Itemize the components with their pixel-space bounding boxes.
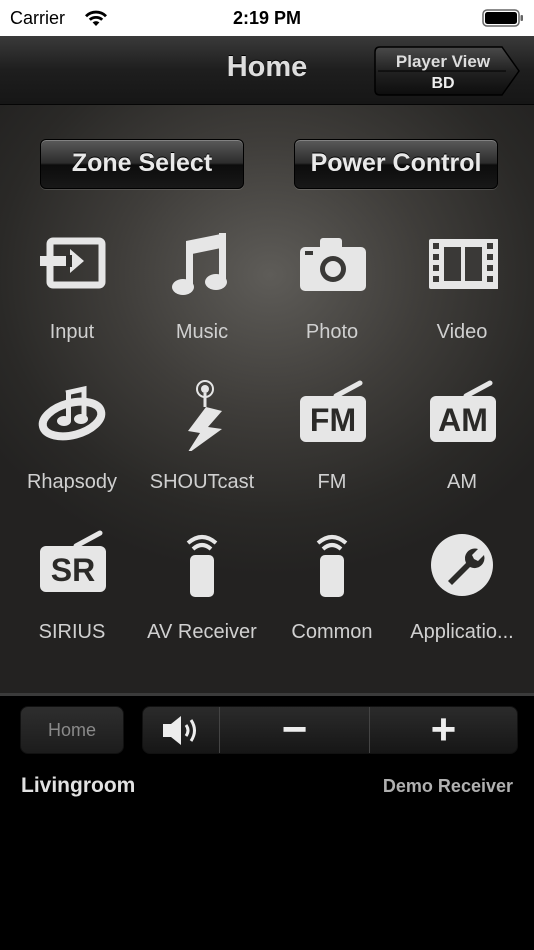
tile-applications[interactable]: Applicatio... (397, 529, 527, 649)
volume-up-button[interactable]: + (370, 707, 517, 753)
tile-label: FM (317, 471, 347, 493)
tile-label: Applicatio... (410, 621, 514, 643)
navigation-bar: Home Player View BD (0, 36, 534, 105)
film-strip-icon (429, 239, 498, 289)
tile-label: Video (436, 321, 488, 343)
tile-label: AM (447, 471, 477, 493)
volume-up-label: + (430, 706, 457, 754)
tile-shoutcast[interactable]: SHOUTcast (137, 379, 267, 499)
receiver-name: Demo Receiver (382, 776, 513, 796)
tile-label: SIRIUS (38, 621, 106, 643)
volume-control: − + (142, 706, 518, 754)
sirius-radio-icon: SR (40, 530, 106, 592)
tile-label: Music (175, 321, 229, 343)
zone-name: Livingroom (21, 774, 136, 797)
tile-label: AV Receiver (147, 621, 257, 643)
music-note-icon (172, 233, 227, 295)
tile-label: Photo (305, 321, 359, 343)
tile-common[interactable]: Common (267, 529, 397, 649)
home-panel: Zone Select Power Control Input Music Ph… (0, 105, 534, 693)
input-icon (40, 237, 106, 289)
home-button[interactable]: Home (20, 706, 124, 754)
player-view-label: Player View (395, 52, 491, 71)
power-control-button[interactable]: Power Control (294, 139, 498, 189)
fm-radio-icon: FM (300, 380, 366, 442)
tile-av-receiver[interactable]: AV Receiver (137, 529, 267, 649)
svg-text:FM: FM (310, 402, 356, 438)
status-time: 2:19 PM (232, 8, 302, 28)
mute-button[interactable] (143, 707, 220, 753)
svg-text:SR: SR (51, 552, 95, 588)
tile-sirius[interactable]: SR SIRIUS (7, 529, 137, 649)
tile-music[interactable]: Music (137, 229, 267, 349)
tile-label: Rhapsody (26, 471, 118, 493)
player-view-source: BD (431, 75, 455, 92)
svg-text:AM: AM (438, 402, 488, 438)
remote-icon (316, 535, 348, 597)
zone-select-button[interactable]: Zone Select (40, 139, 244, 189)
camera-icon (300, 238, 366, 291)
status-bar: Carrier 2:19 PM (0, 0, 534, 36)
bottom-controls: Home − + Livingroom Demo Receiver (0, 696, 534, 950)
am-radio-icon: AM (430, 380, 496, 442)
tile-photo[interactable]: Photo (267, 229, 397, 349)
tile-label: Input (49, 321, 95, 343)
volume-down-label: − (281, 706, 308, 754)
tile-label: SHOUTcast (149, 471, 255, 493)
tile-video[interactable]: Video (397, 229, 527, 349)
wrench-icon (431, 534, 493, 596)
tile-am[interactable]: AM AM (397, 379, 527, 499)
rhapsody-icon (38, 385, 106, 441)
volume-down-button[interactable]: − (220, 707, 370, 753)
tile-label: Common (291, 621, 373, 643)
speaker-icon (163, 716, 196, 745)
remote-icon (186, 535, 218, 597)
player-view-button[interactable]: Player View BD (374, 46, 520, 96)
shoutcast-icon (188, 380, 222, 451)
battery-icon (482, 9, 523, 27)
tile-fm[interactable]: FM FM (267, 379, 397, 499)
tile-rhapsody[interactable]: Rhapsody (7, 379, 137, 499)
tile-input[interactable]: Input (7, 229, 137, 349)
